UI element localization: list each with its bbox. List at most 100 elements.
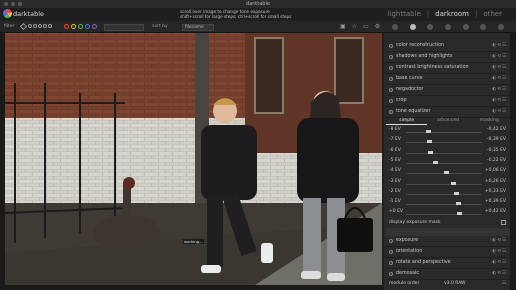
ev-slider-knob[interactable] (451, 181, 457, 185)
tab-simple[interactable]: simple (386, 117, 428, 125)
ev-slider-knob[interactable] (425, 130, 431, 133)
ev-slider-knob[interactable] (443, 171, 449, 175)
ev-slider-knob[interactable] (428, 150, 434, 154)
display-icon[interactable]: ▭ (363, 22, 369, 32)
module-actions-icon[interactable]: ◐⟲☰ (492, 107, 507, 117)
settings-icon[interactable]: ⚙ (375, 22, 380, 32)
module-power-icon[interactable] (389, 110, 393, 114)
exposure-mask-checkbox[interactable] (501, 220, 506, 225)
module-row[interactable]: color reconstruction ◐⟲☰ (386, 41, 510, 52)
view-other[interactable]: other (483, 10, 502, 19)
star-icon[interactable] (48, 24, 52, 28)
view-darkroom[interactable]: darkroom (435, 10, 469, 19)
ev-slider-knob[interactable] (426, 140, 432, 144)
star-overlay-icon[interactable]: ☆ (352, 22, 357, 32)
star-rating-filter[interactable] (28, 24, 52, 28)
ev-slider-track[interactable] (406, 214, 482, 216)
ev-slider-row[interactable]: -6 EV -0,35 EV (386, 146, 510, 156)
correct-modules-tab-icon[interactable] (480, 24, 487, 30)
module-actions-icon[interactable]: ◐⟲☰ (492, 96, 507, 106)
module-power-icon[interactable] (389, 44, 393, 48)
star-icon[interactable] (43, 24, 47, 28)
module-actions-icon[interactable]: ◐⟲☰ (492, 74, 507, 84)
ev-slider-row[interactable]: -1 EV +0,39 EV (386, 197, 510, 207)
view-lighttable[interactable]: lighttable (388, 10, 421, 19)
module-row[interactable]: contrast brightness saturation ◐⟲☰ (386, 63, 510, 74)
active-modules-tab-icon[interactable] (409, 24, 416, 30)
ev-slider-row[interactable]: +0 EV +0,42 EV (386, 207, 510, 217)
filmstrip-collapsed[interactable] (5, 285, 382, 290)
ev-slider-knob[interactable] (456, 202, 462, 206)
sort-select[interactable]: filename (182, 24, 214, 31)
ev-slider-track[interactable] (406, 132, 482, 133)
module-order-menu-icon[interactable]: ☰ (502, 279, 506, 288)
module-actions-icon[interactable]: ◐⟲☰ (492, 85, 507, 95)
star-icon[interactable] (38, 24, 42, 28)
ev-slider-track[interactable] (406, 193, 482, 195)
yellow-label-icon[interactable] (71, 24, 76, 29)
tone-curve-graph[interactable] (386, 228, 510, 236)
tone-modules-tab-icon[interactable] (444, 24, 451, 30)
effect-modules-tab-icon[interactable] (498, 24, 505, 30)
panel-scrollbar[interactable] (510, 33, 516, 290)
module-row[interactable]: shadows and highlights ◐⟲☰ (386, 52, 510, 63)
module-power-icon[interactable] (389, 239, 393, 243)
module-row[interactable]: negadoctor ◐⟲☰ (386, 85, 510, 96)
star-icon[interactable] (33, 24, 37, 28)
module-power-icon[interactable] (389, 88, 393, 92)
module-row[interactable]: crop ◐⟲☰ (386, 96, 510, 107)
hint-line-2: shift+scroll for large steps; ctrl+scrol… (180, 14, 292, 19)
color-modules-tab-icon[interactable] (462, 24, 469, 30)
module-row[interactable]: base curve ◐⟲☰ (386, 74, 510, 85)
module-actions-icon[interactable]: ◐⟲☰ (492, 236, 507, 246)
star-icon[interactable] (28, 24, 32, 28)
module-actions-icon[interactable]: ◐⟲☰ (492, 269, 507, 279)
ev-slider-knob[interactable] (433, 160, 439, 164)
ev-slider-knob[interactable] (457, 212, 463, 216)
module-power-icon[interactable] (389, 261, 393, 265)
ev-slider-row[interactable]: -2 EV +0,33 EV (386, 187, 510, 197)
module-power-icon[interactable] (389, 55, 393, 59)
module-actions-icon[interactable]: ◐⟲☰ (492, 63, 507, 73)
module-row[interactable]: orientation ◐⟲☰ (386, 247, 510, 258)
ev-slider-knob[interactable] (454, 191, 460, 195)
purple-label-icon[interactable] (92, 24, 97, 29)
module-actions-icon[interactable]: ◐⟲☰ (492, 52, 507, 62)
module-actions-icon[interactable]: ◐⟲☰ (492, 247, 507, 257)
color-label-filter[interactable] (64, 24, 97, 29)
ev-slider-value: +0,39 EV (484, 199, 506, 205)
ev-slider-track[interactable] (406, 204, 482, 206)
ev-slider-row[interactable]: -4 EV +0,06 EV (386, 166, 510, 176)
ev-slider-row[interactable]: -3 EV +0,26 EV (386, 177, 510, 187)
main-image[interactable] (5, 33, 382, 285)
blue-label-icon[interactable] (85, 24, 90, 29)
module-row[interactable]: rotate and perspective ◐⟲☰ (386, 258, 510, 269)
module-order-row[interactable]: module order v3.0 RAW ☰ (386, 279, 510, 288)
base-modules-tab-icon[interactable] (427, 24, 434, 30)
ev-slider-row[interactable]: -5 EV -0,22 EV (386, 156, 510, 166)
ev-slider-row[interactable]: -7 EV -0,39 EV (386, 135, 510, 145)
tab-masking[interactable]: masking (469, 117, 510, 125)
module-power-icon[interactable] (389, 77, 393, 81)
module-actions-icon[interactable]: ◐⟲☰ (492, 258, 507, 268)
module-name: base curve (396, 76, 423, 81)
collection-filter-select[interactable] (104, 24, 144, 31)
ev-slider-row[interactable]: -8 EV -0,42 EV (386, 125, 510, 135)
red-label-icon[interactable] (64, 24, 69, 29)
ev-slider-value: -0,35 EV (487, 147, 506, 153)
module-power-icon[interactable] (389, 272, 393, 276)
ev-slider-track[interactable] (406, 183, 482, 185)
grouping-icon[interactable]: ▣ (340, 22, 346, 32)
module-actions-icon[interactable]: ◐⟲☰ (492, 41, 507, 51)
quick-access-tab-icon[interactable] (391, 24, 398, 30)
module-row[interactable]: exposure ◐⟲☰ (386, 236, 510, 247)
module-power-icon[interactable] (389, 66, 393, 70)
ev-slider-track[interactable] (406, 162, 482, 164)
ev-slider-track[interactable] (406, 152, 482, 154)
ev-slider-track[interactable] (406, 142, 482, 144)
module-power-icon[interactable] (389, 99, 393, 103)
green-label-icon[interactable] (78, 24, 83, 29)
tab-advanced[interactable]: advanced (427, 117, 468, 125)
exposure-mask-row[interactable]: display exposure mask (386, 218, 510, 228)
module-power-icon[interactable] (389, 250, 393, 254)
